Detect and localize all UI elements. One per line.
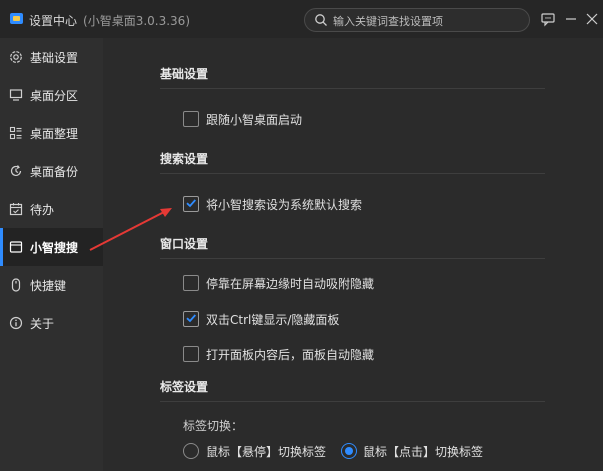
sidebar-item-label: 待办 — [30, 203, 55, 217]
auto-hide-checkbox[interactable] — [183, 346, 199, 362]
gear-icon — [10, 51, 22, 63]
double-ctrl-checkbox[interactable] — [183, 311, 199, 327]
checkmark-icon — [186, 314, 196, 323]
click-switch-label[interactable]: 鼠标【点击】切换标签 — [363, 443, 483, 460]
hover-switch-label[interactable]: 鼠标【悬停】切换标签 — [206, 443, 326, 460]
sidebar-item-label: 桌面整理 — [30, 127, 79, 141]
radio-dot — [345, 447, 353, 455]
sidebar-item-label: 桌面备份 — [30, 165, 79, 179]
close-icon[interactable] — [582, 9, 602, 29]
mouse-icon — [11, 278, 21, 292]
active-indicator — [0, 228, 3, 266]
feedback-icon[interactable] — [538, 9, 558, 29]
divider — [160, 88, 545, 89]
sidebar-item-partition[interactable]: 桌面分区 — [0, 76, 103, 114]
window-title: 设置中心 (小智桌面3.0.3.36) — [29, 12, 190, 29]
app-logo-icon — [10, 13, 23, 24]
sidebar-item-label: 关于 — [30, 317, 55, 331]
default-search-label[interactable]: 将小智搜索设为系统默认搜索 — [206, 196, 362, 213]
dock-hide-label[interactable]: 停靠在屏幕边缘时自动吸附隐藏 — [206, 275, 374, 292]
section-title-tabs: 标签设置 — [160, 380, 209, 394]
divider — [160, 401, 545, 402]
window-icon — [9, 241, 23, 253]
double-ctrl-label[interactable]: 双击Ctrl键显示/隐藏面板 — [206, 311, 339, 328]
calendar-icon — [9, 203, 23, 216]
sidebar-item-basic[interactable]: 基础设置 — [0, 38, 103, 76]
divider — [160, 258, 545, 259]
search-icon — [315, 14, 327, 26]
window-title-text: 设置中心 — [29, 14, 78, 28]
auto-hide-label[interactable]: 打开面板内容后，面板自动隐藏 — [206, 346, 374, 363]
autostart-label[interactable]: 跟随小智桌面启动 — [206, 111, 302, 128]
sidebar-item-label: 基础设置 — [30, 51, 79, 65]
sidebar-item-search[interactable]: 小智搜搜 — [0, 228, 103, 266]
divider — [160, 173, 545, 174]
section-title-basic: 基础设置 — [160, 67, 209, 81]
minimize-icon[interactable] — [561, 9, 581, 29]
checkmark-icon — [186, 199, 196, 208]
sidebar-item-about[interactable]: 关于 — [0, 304, 103, 342]
sidebar-item-backup[interactable]: 桌面备份 — [0, 152, 103, 190]
click-switch-radio[interactable] — [341, 443, 357, 459]
organize-icon — [9, 126, 22, 140]
settings-content: 基础设置 跟随小智桌面启动 搜索设置 将小智搜索设为系统默认搜索 窗口设置 停靠… — [103, 38, 603, 471]
section-title-search: 搜索设置 — [160, 152, 209, 166]
default-search-checkbox[interactable] — [183, 196, 199, 212]
sidebar-item-shortcuts[interactable]: 快捷键 — [0, 266, 103, 304]
info-icon — [9, 316, 23, 330]
backup-icon — [10, 165, 22, 177]
sidebar-item-label: 快捷键 — [30, 279, 67, 293]
sidebar-item-todo[interactable]: 待办 — [0, 190, 103, 228]
title-bar: 设置中心 (小智桌面3.0.3.36) — [0, 0, 603, 38]
section-title-window: 窗口设置 — [160, 237, 209, 251]
sidebar-item-label: 小智搜搜 — [30, 241, 79, 255]
sidebar: 基础设置 桌面分区 桌面整理 桌面备份 待办 小智搜搜 快捷键 关于 — [0, 38, 103, 471]
search-box[interactable] — [304, 8, 530, 32]
sidebar-item-organize[interactable]: 桌面整理 — [0, 114, 103, 152]
sidebar-item-label: 桌面分区 — [30, 89, 79, 103]
monitor-icon — [9, 89, 23, 101]
tab-switch-label: 标签切换： — [183, 419, 244, 433]
autostart-checkbox[interactable] — [183, 111, 199, 127]
dock-hide-checkbox[interactable] — [183, 275, 199, 291]
hover-switch-radio[interactable] — [183, 443, 199, 459]
search-input[interactable] — [331, 11, 525, 31]
window-version: (小智桌面3.0.3.36) — [83, 14, 190, 28]
